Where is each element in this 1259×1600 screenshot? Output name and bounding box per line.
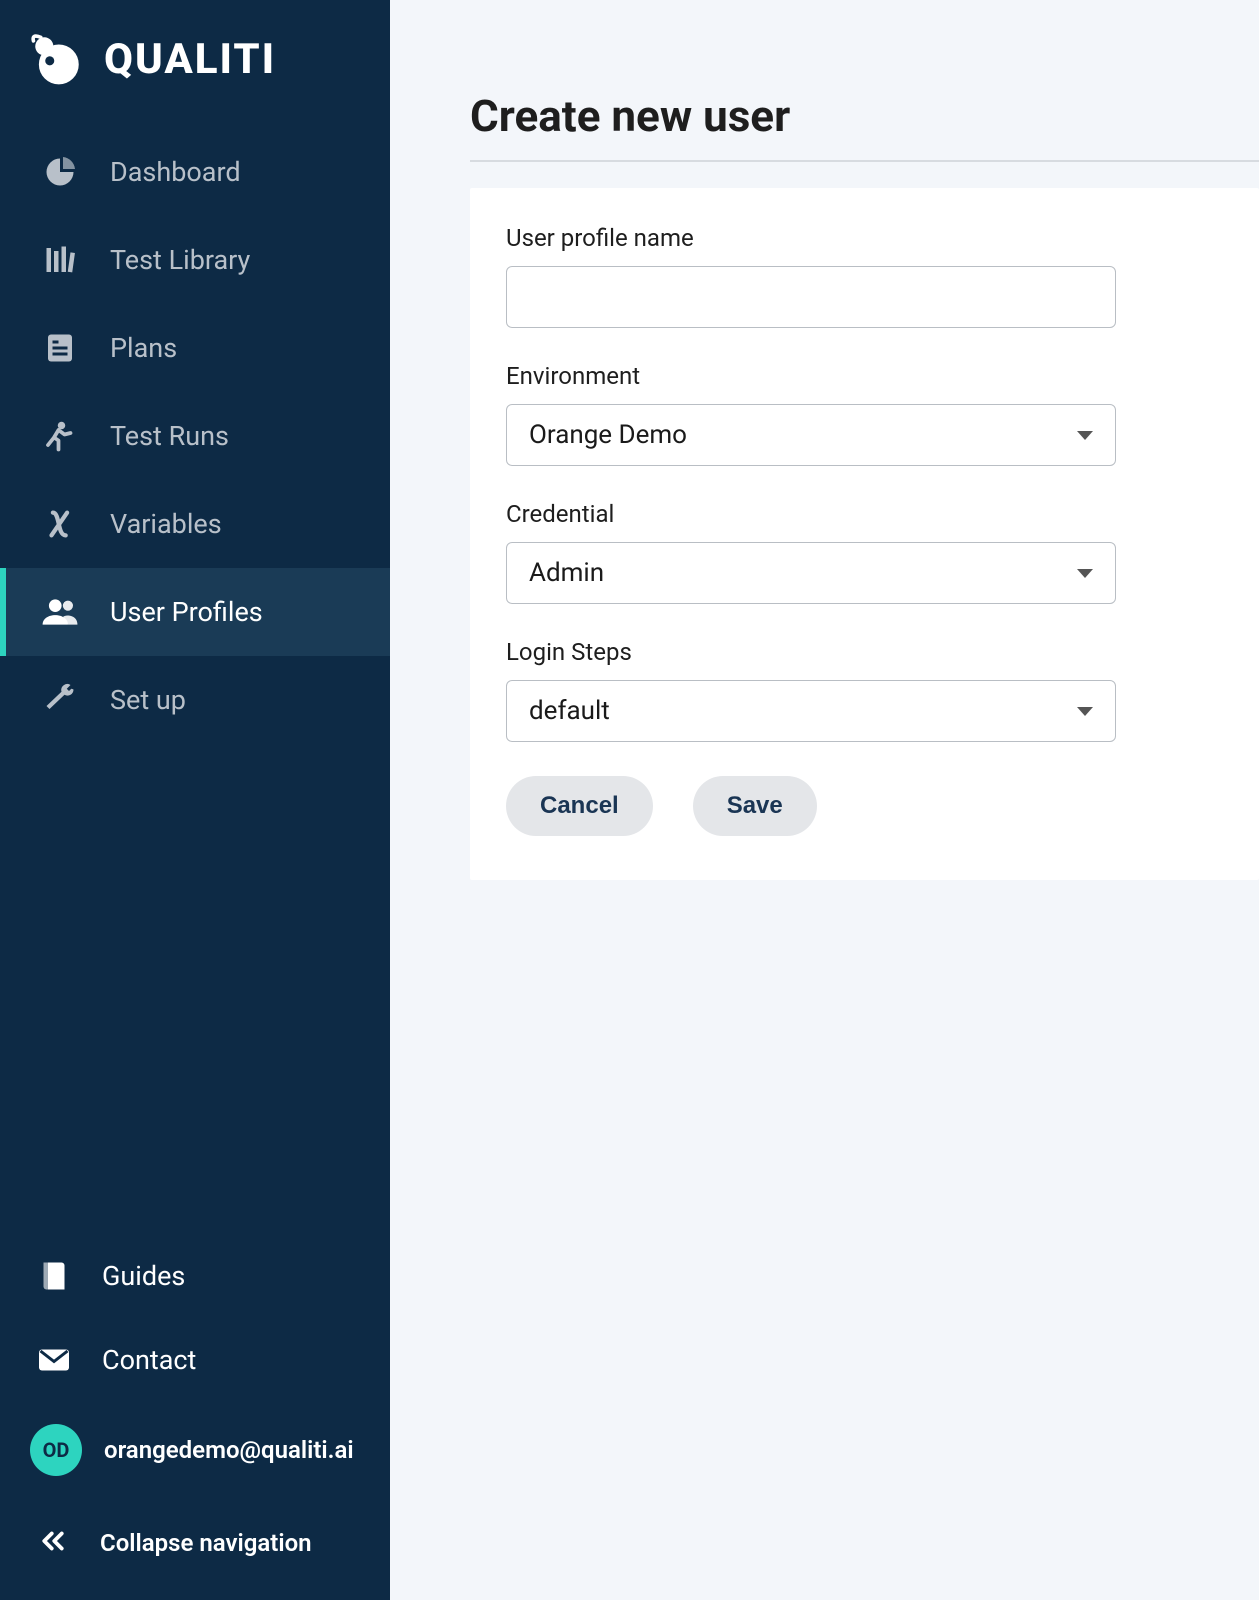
- nav-item-variables[interactable]: Variables: [0, 480, 390, 568]
- label-environment: Environment: [506, 362, 1223, 390]
- nav-label: Set up: [110, 684, 186, 716]
- label-profile-name: User profile name: [506, 224, 1223, 252]
- contact-icon: [34, 1340, 74, 1380]
- chevron-down-icon: [1077, 707, 1093, 716]
- account-email: orangedemo@qualiti.ai: [104, 1436, 354, 1464]
- brand-name: QUALITI: [104, 35, 276, 84]
- sidebar-bottom: Guides Contact OD orangedemo@qualiti.ai …: [0, 1234, 390, 1600]
- nav-label: Variables: [110, 508, 222, 540]
- chevrons-left-icon: [38, 1526, 72, 1560]
- nav-item-contact[interactable]: Contact: [0, 1318, 390, 1402]
- runs-icon: [40, 416, 80, 456]
- field-credential: Credential Admin: [506, 500, 1223, 604]
- collapse-navigation[interactable]: Collapse navigation: [0, 1498, 390, 1570]
- nav-item-plans[interactable]: Plans: [0, 304, 390, 392]
- label-login-steps: Login Steps: [506, 638, 1223, 666]
- select-credential[interactable]: Admin: [506, 542, 1116, 604]
- create-user-form: User profile name Environment Orange Dem…: [470, 188, 1259, 880]
- dashboard-icon: [40, 152, 80, 192]
- nav-item-guides[interactable]: Guides: [0, 1234, 390, 1318]
- form-actions: Cancel Save: [506, 776, 1223, 836]
- field-profile-name: User profile name: [506, 224, 1223, 328]
- cancel-button[interactable]: Cancel: [506, 776, 653, 836]
- guides-icon: [34, 1256, 74, 1296]
- nav-item-test-runs[interactable]: Test Runs: [0, 392, 390, 480]
- user-profiles-icon: [40, 592, 80, 632]
- nav-item-user-profiles[interactable]: User Profiles: [0, 568, 390, 656]
- nav-label: Dashboard: [110, 156, 241, 188]
- nav-item-dashboard[interactable]: Dashboard: [0, 128, 390, 216]
- main-content: Create new user User profile name Enviro…: [390, 0, 1259, 1600]
- collapse-label: Collapse navigation: [100, 1529, 312, 1557]
- input-profile-name[interactable]: [506, 266, 1116, 328]
- account-menu[interactable]: OD orangedemo@qualiti.ai: [0, 1402, 390, 1498]
- plans-icon: [40, 328, 80, 368]
- select-value: Admin: [529, 558, 604, 588]
- nav-item-set-up[interactable]: Set up: [0, 656, 390, 744]
- nav-label: Plans: [110, 332, 177, 364]
- nav-label: Test Library: [110, 244, 250, 276]
- nav-label: Contact: [102, 1344, 196, 1376]
- chevron-down-icon: [1077, 569, 1093, 578]
- select-value: default: [529, 696, 610, 726]
- logo-icon: [28, 30, 86, 88]
- select-login-steps[interactable]: default: [506, 680, 1116, 742]
- avatar: OD: [30, 1424, 82, 1476]
- save-button[interactable]: Save: [693, 776, 817, 836]
- select-value: Orange Demo: [529, 420, 687, 450]
- brand-logo[interactable]: QUALITI: [0, 0, 390, 128]
- chevron-down-icon: [1077, 431, 1093, 440]
- setup-icon: [40, 680, 80, 720]
- variables-icon: [40, 504, 80, 544]
- nav-label: Test Runs: [110, 420, 229, 452]
- nav-label: User Profiles: [110, 596, 263, 628]
- library-icon: [40, 240, 80, 280]
- page-title: Create new user: [470, 90, 1259, 162]
- primary-nav: Dashboard Test Library Plans Test Runs V…: [0, 128, 390, 1234]
- label-credential: Credential: [506, 500, 1223, 528]
- field-environment: Environment Orange Demo: [506, 362, 1223, 466]
- select-environment[interactable]: Orange Demo: [506, 404, 1116, 466]
- nav-label: Guides: [102, 1260, 185, 1292]
- nav-item-test-library[interactable]: Test Library: [0, 216, 390, 304]
- field-login-steps: Login Steps default: [506, 638, 1223, 742]
- sidebar: QUALITI Dashboard Test Library Plans Tes…: [0, 0, 390, 1600]
